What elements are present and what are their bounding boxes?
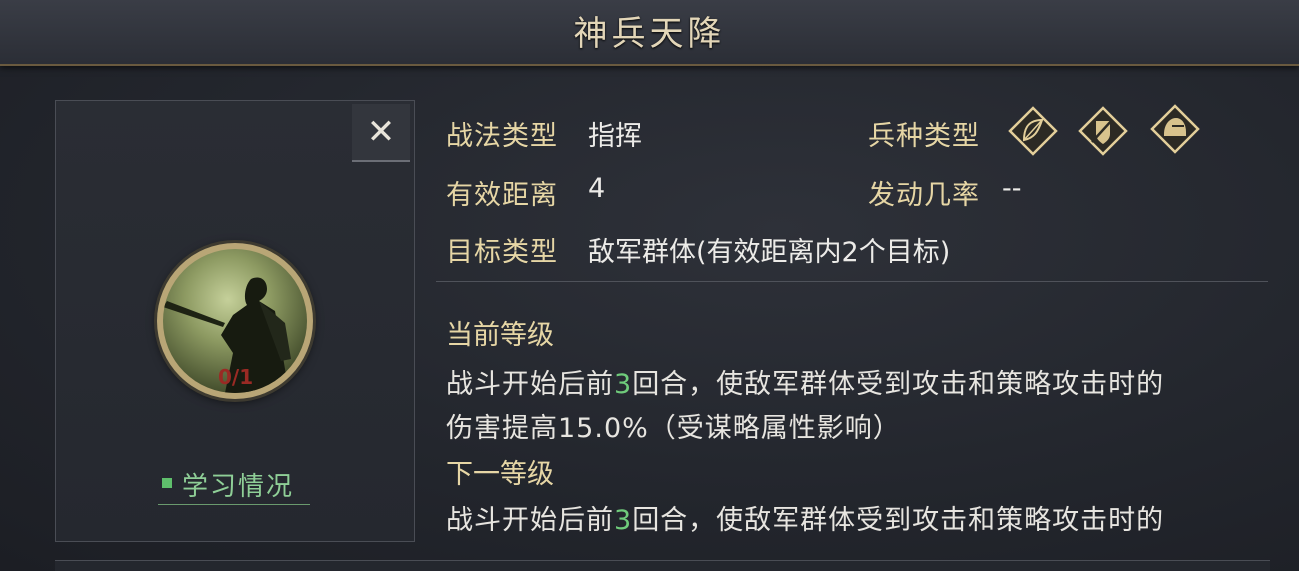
current-rounds-value: 3 bbox=[614, 369, 633, 400]
shield-icon bbox=[1078, 106, 1128, 156]
skill-type-label: 战法类型 bbox=[446, 121, 558, 152]
current-desc-suffix: 回合，使敌军群体受到攻击和策略攻击时的 bbox=[632, 369, 1165, 400]
next-level-line1: 战斗开始后前3回合，使敌军群体受到攻击和策略攻击时的 bbox=[446, 498, 1164, 537]
panel-title: 神兵天降 bbox=[573, 14, 726, 54]
target-type-value: 敌军群体(有效距离内2个目标) bbox=[588, 237, 951, 268]
study-status-link[interactable]: 学习情况 bbox=[158, 466, 310, 505]
close-button[interactable]: ✕ bbox=[352, 104, 410, 162]
bow-icon bbox=[1008, 106, 1058, 156]
trigger-rate-value: -- bbox=[1002, 173, 1022, 204]
cavalry-helmet-icon bbox=[1150, 104, 1200, 154]
troop-type-label: 兵种类型 bbox=[868, 121, 980, 152]
current-level-title: 当前等级 bbox=[446, 320, 554, 351]
range-value: 4 bbox=[588, 173, 606, 204]
portrait-count: 0/1 bbox=[218, 365, 254, 389]
next-desc-prefix: 战斗开始后前 bbox=[446, 505, 614, 536]
next-rounds-value: 3 bbox=[614, 505, 633, 536]
status-square-icon bbox=[162, 478, 172, 488]
section-divider bbox=[436, 281, 1268, 282]
next-level-title: 下一等级 bbox=[446, 459, 554, 490]
target-type-label: 目标类型 bbox=[446, 237, 558, 268]
skill-portrait: 0/1 bbox=[157, 243, 313, 399]
current-level-line2: 伤害提高15.0%（受谋略属性影响） bbox=[446, 413, 901, 444]
bottom-panel-edge bbox=[55, 560, 1270, 571]
skill-type-value: 指挥 bbox=[588, 121, 642, 152]
title-bar: 神兵天降 bbox=[0, 0, 1299, 66]
trigger-rate-label: 发动几率 bbox=[868, 180, 980, 211]
current-level-line1: 战斗开始后前3回合，使敌军群体受到攻击和策略攻击时的 bbox=[446, 362, 1164, 401]
skill-detail-panel: 神兵天降 ✕ 0/1 学习情况 战法类型 指挥 有效距离 4 目标类型 敌军群体… bbox=[0, 0, 1299, 571]
study-status-label: 学习情况 bbox=[182, 472, 295, 502]
warrior-portrait-image: 0/1 bbox=[163, 249, 307, 393]
next-desc-suffix: 回合，使敌军群体受到攻击和策略攻击时的 bbox=[632, 505, 1165, 536]
range-label: 有效距离 bbox=[446, 180, 558, 211]
current-desc-prefix: 战斗开始后前 bbox=[446, 369, 614, 400]
